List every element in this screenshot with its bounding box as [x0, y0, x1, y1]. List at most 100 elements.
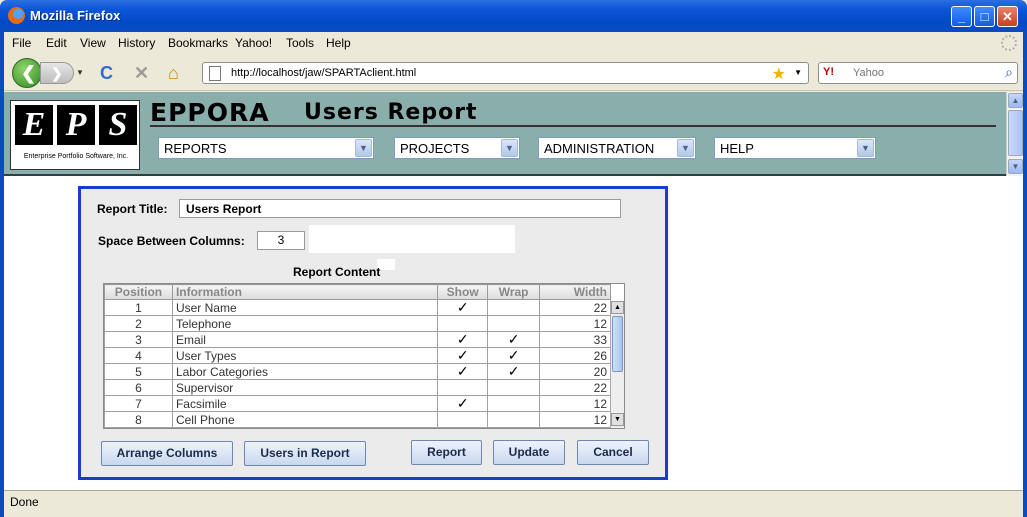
search-input[interactable] [853, 65, 993, 81]
search-icon[interactable]: ⌕ [1005, 64, 1013, 81]
cell-show[interactable]: ✓ [437, 299, 489, 316]
report-content-grid: Position Information Show Wrap Width 1 Us… [103, 283, 625, 429]
menu-edit[interactable]: Edit [46, 36, 67, 50]
cell-show[interactable]: ✓ [437, 395, 489, 412]
reports-menu-select[interactable]: REPORTS ▼ [158, 137, 374, 159]
cell-wrap[interactable]: ✓ [487, 363, 541, 380]
users-in-report-button[interactable]: Users in Report [244, 441, 366, 466]
reload-icon[interactable]: C [100, 63, 113, 84]
update-button[interactable]: Update [493, 440, 565, 465]
cell-information: User Name [171, 299, 439, 316]
column-header-width[interactable]: Width [539, 284, 611, 300]
cell-show[interactable]: ✓ [437, 331, 489, 348]
menu-history[interactable]: History [118, 36, 155, 50]
checkmark-icon: ✓ [456, 347, 469, 363]
cancel-button[interactable]: Cancel [577, 440, 649, 465]
chevron-down-icon: ▼ [501, 139, 518, 157]
column-header-position[interactable]: Position [104, 284, 173, 300]
column-header-wrap[interactable]: Wrap [487, 284, 541, 300]
space-between-columns-value: 3 [277, 233, 285, 247]
table-row[interactable]: 2 Telephone 12 [104, 315, 611, 332]
logo-letter-p: P [57, 105, 95, 145]
projects-menu-select[interactable]: PROJECTS ▼ [394, 137, 520, 159]
forward-button[interactable]: ❯ [40, 62, 74, 84]
cell-information: Cell Phone [171, 411, 439, 428]
cell-show[interactable] [437, 315, 489, 332]
menu-yahoo[interactable]: Yahoo! [235, 36, 272, 50]
window-title: Mozilla Firefox [30, 8, 121, 23]
back-button[interactable]: ❮ [12, 58, 42, 88]
menu-help[interactable]: Help [326, 36, 351, 50]
search-engine-icon[interactable]: Y! [823, 66, 834, 78]
grid-scrollbar[interactable]: ▲ ▼ [610, 301, 624, 428]
table-row[interactable]: 5 Labor Categories ✓ ✓ 20 [104, 363, 611, 380]
table-row[interactable]: 8 Cell Phone 12 [104, 411, 611, 428]
chevron-down-icon: ▼ [355, 139, 372, 157]
cell-wrap[interactable]: ✓ [487, 347, 541, 364]
home-icon[interactable]: ⌂ [168, 63, 179, 84]
grid-scroll-thumb[interactable] [612, 316, 623, 372]
administration-menu-label: ADMINISTRATION [544, 141, 655, 156]
cell-position: 3 [104, 331, 173, 348]
checkmark-icon: ✓ [507, 347, 520, 363]
url-input[interactable] [231, 65, 751, 81]
header-frame-scrollbar[interactable]: ▲ ▼ [1006, 92, 1023, 176]
menu-tools[interactable]: Tools [286, 36, 314, 50]
space-between-columns-label: Space Between Columns: [98, 234, 245, 248]
menu-bar: File Edit View History Bookmarks Yahoo! … [4, 32, 1023, 54]
stop-icon[interactable]: ✕ [134, 63, 149, 84]
history-dropdown-icon[interactable]: ▼ [76, 68, 84, 77]
report-title-field[interactable]: Users Report [179, 199, 621, 218]
table-row[interactable]: 6 Supervisor 22 [104, 379, 611, 396]
cell-wrap[interactable] [487, 395, 541, 412]
cell-show[interactable]: ✓ [437, 363, 489, 380]
table-row[interactable]: 1 User Name ✓ 22 [104, 299, 611, 316]
logo-letter-s: S [99, 105, 137, 145]
scroll-up-icon[interactable]: ▲ [1008, 93, 1023, 108]
administration-menu-select[interactable]: ADMINISTRATION ▼ [538, 137, 696, 159]
minimize-button[interactable]: _ [951, 6, 972, 27]
column-header-information[interactable]: Information [171, 284, 439, 300]
scroll-thumb[interactable] [1008, 110, 1023, 156]
space-between-columns-field[interactable]: 3 [257, 231, 305, 250]
cell-show[interactable] [437, 411, 489, 428]
url-dropdown-icon[interactable]: ▼ [794, 68, 802, 77]
report-content-table: Position Information Show Wrap Width 1 Us… [104, 284, 611, 428]
cell-show[interactable] [437, 379, 489, 396]
table-row[interactable]: 4 User Types ✓ ✓ 26 [104, 347, 611, 364]
cell-width: 22 [539, 299, 611, 316]
search-bar[interactable]: Y! ⌕ [818, 62, 1018, 84]
table-row[interactable]: 3 Email ✓ ✓ 33 [104, 331, 611, 348]
menu-file[interactable]: File [12, 36, 31, 50]
cell-wrap[interactable]: ✓ [487, 331, 541, 348]
report-button[interactable]: Report [411, 440, 482, 465]
arrange-columns-button[interactable]: Arrange Columns [101, 441, 233, 466]
cell-wrap[interactable] [487, 299, 541, 316]
cell-wrap[interactable] [487, 315, 541, 332]
menu-bookmarks[interactable]: Bookmarks [168, 36, 228, 50]
cell-width: 26 [539, 347, 611, 364]
menu-view[interactable]: View [80, 36, 106, 50]
help-menu-label: HELP [720, 141, 754, 156]
grid-scroll-down-icon[interactable]: ▼ [611, 413, 624, 426]
cell-wrap[interactable] [487, 379, 541, 396]
table-row[interactable]: 7 Facsimile ✓ 12 [104, 395, 611, 412]
cell-position: 7 [104, 395, 173, 412]
close-button[interactable]: ✕ [997, 6, 1018, 27]
spacer-block [309, 225, 515, 253]
checkmark-icon: ✓ [456, 363, 469, 379]
cell-show[interactable]: ✓ [437, 347, 489, 364]
cell-width: 22 [539, 379, 611, 396]
cell-position: 1 [104, 299, 173, 316]
cell-position: 4 [104, 347, 173, 364]
maximize-button[interactable]: □ [974, 6, 995, 27]
cell-wrap[interactable] [487, 411, 541, 428]
status-text: Done [10, 495, 39, 509]
cell-information: User Types [171, 347, 439, 364]
bookmark-star-icon[interactable]: ★ [772, 64, 786, 84]
url-bar[interactable]: ★ ▼ [202, 62, 809, 84]
column-header-show[interactable]: Show [437, 284, 489, 300]
help-menu-select[interactable]: HELP ▼ [714, 137, 876, 159]
grid-scroll-up-icon[interactable]: ▲ [611, 301, 624, 314]
scroll-down-icon[interactable]: ▼ [1008, 159, 1023, 174]
